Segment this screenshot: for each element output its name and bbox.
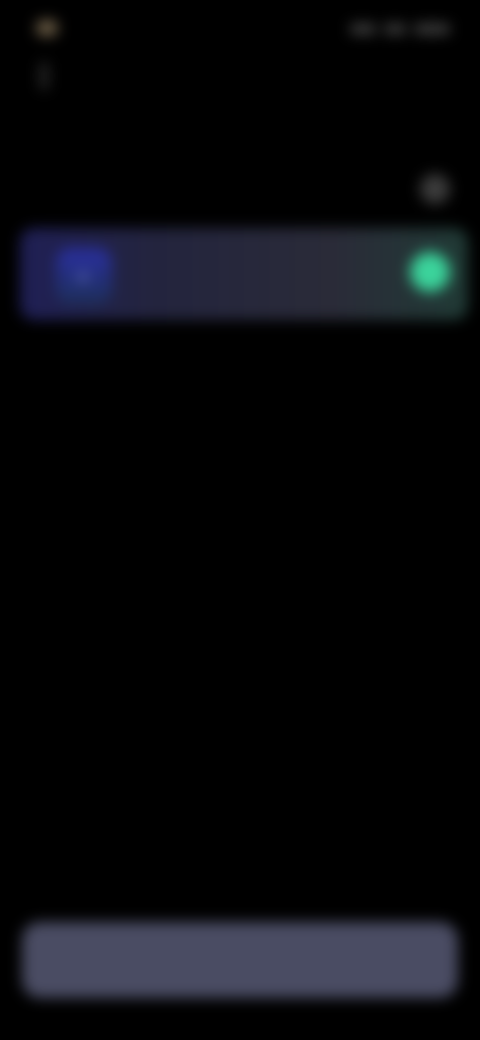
option-card[interactable] (20, 228, 468, 320)
section-label (32, 178, 392, 200)
battery-icon (414, 24, 450, 34)
help-icon[interactable] (420, 174, 450, 204)
page-title (140, 76, 340, 100)
app-icon (56, 248, 112, 304)
continue-button[interactable] (22, 922, 458, 998)
status-icons (350, 18, 450, 38)
status-indicator (36, 20, 58, 36)
screen (0, 0, 480, 1040)
check-icon[interactable] (410, 252, 450, 292)
wifi-icon (384, 24, 406, 34)
option-label (134, 262, 294, 286)
signal-icon (350, 24, 376, 34)
section-header (22, 168, 458, 210)
page-subtitle (130, 112, 350, 136)
back-icon[interactable] (30, 62, 58, 92)
status-bar (0, 0, 480, 60)
